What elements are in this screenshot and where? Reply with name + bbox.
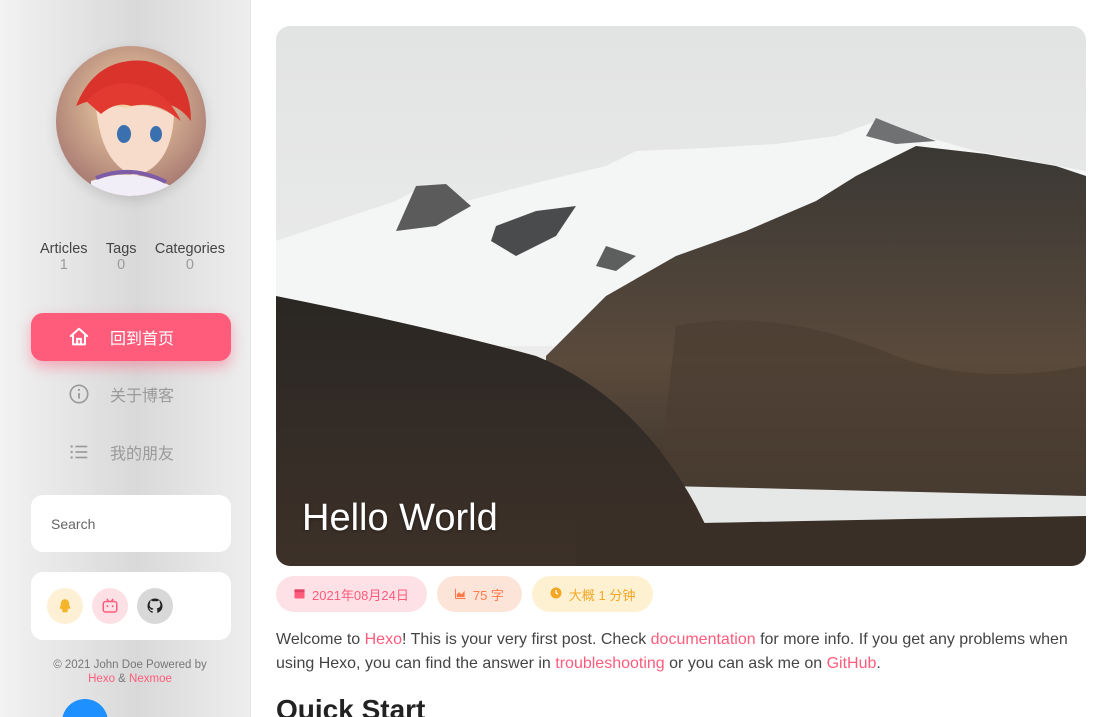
- stat-label: Categories: [154, 241, 225, 257]
- footer-amp: &: [114, 673, 130, 685]
- stat-value: 0: [117, 257, 126, 273]
- profile-stats: Articles 1 Tags 0 Categories 0: [40, 241, 225, 273]
- post-read-time: 大概 1 分钟: [568, 587, 636, 603]
- logo-bars: [118, 712, 198, 717]
- clock-icon: [550, 587, 562, 602]
- nav-friends-label: 我的朋友: [110, 446, 175, 463]
- sidebar: Articles 1 Tags 0 Categories 0 回到首页 关于博客…: [0, 0, 251, 717]
- post-cover[interactable]: Hello World: [276, 26, 1086, 566]
- stat-articles[interactable]: Articles 1: [40, 241, 88, 273]
- stat-tags[interactable]: Tags 0: [106, 241, 137, 273]
- nav-about[interactable]: 关于博客: [31, 370, 231, 418]
- stat-categories[interactable]: Categories 0: [155, 241, 225, 273]
- section-heading: Quick Start: [276, 694, 426, 717]
- search-box: [31, 495, 231, 552]
- post-words: 75 字: [472, 587, 504, 603]
- github-icon[interactable]: [137, 588, 173, 624]
- nav-home[interactable]: 回到首页: [31, 313, 231, 361]
- stat-label: Articles: [40, 241, 88, 257]
- bilibili-icon[interactable]: [92, 588, 128, 624]
- nav-about-label: 关于博客: [110, 388, 175, 405]
- nav-home-label: 回到首页: [110, 331, 175, 348]
- post-words-chip: 75 字: [436, 576, 522, 612]
- social-links: [31, 572, 231, 640]
- post-meta: 2021年08月24日 75 字 大概 1 分钟: [276, 576, 654, 612]
- link-troubleshooting[interactable]: troubleshooting: [555, 655, 664, 672]
- info-icon: [67, 382, 91, 406]
- link-documentation[interactable]: documentation: [651, 631, 756, 648]
- stat-value: 1: [59, 257, 68, 273]
- cover-image: [276, 26, 1086, 566]
- avatar[interactable]: [56, 46, 206, 196]
- post-date-chip[interactable]: 2021年08月24日: [276, 576, 427, 612]
- nav-friends[interactable]: 我的朋友: [31, 428, 231, 476]
- post-date: 2021年08月24日: [312, 587, 409, 603]
- link-hexo[interactable]: Hexo: [365, 631, 402, 648]
- footer-line: © 2021 John Doe Powered by: [53, 659, 207, 671]
- qq-icon[interactable]: [47, 588, 83, 624]
- home-icon: [67, 325, 91, 349]
- footer-link-nexmoe[interactable]: Nexmoe: [129, 673, 172, 685]
- list-icon: [67, 440, 91, 464]
- logo-icon: [62, 699, 108, 717]
- stat-label: Tags: [105, 241, 137, 257]
- post-body: Welcome to Hexo! This is your very first…: [276, 628, 1091, 676]
- search-input[interactable]: [51, 515, 211, 532]
- post-title[interactable]: Hello World: [302, 497, 498, 540]
- stat-value: 0: [185, 257, 194, 273]
- chart-icon: [454, 587, 466, 602]
- footer-logo: [62, 699, 198, 717]
- footer-link-hexo[interactable]: Hexo: [88, 673, 115, 685]
- calendar-icon: [294, 587, 305, 602]
- footer-text: © 2021 John Doe Powered by Hexo & Nexmoe: [0, 658, 250, 686]
- post-intro: Welcome to Hexo! This is your very first…: [276, 631, 1068, 672]
- post-read-chip: 大概 1 分钟: [531, 576, 654, 612]
- link-github[interactable]: GitHub: [827, 655, 877, 672]
